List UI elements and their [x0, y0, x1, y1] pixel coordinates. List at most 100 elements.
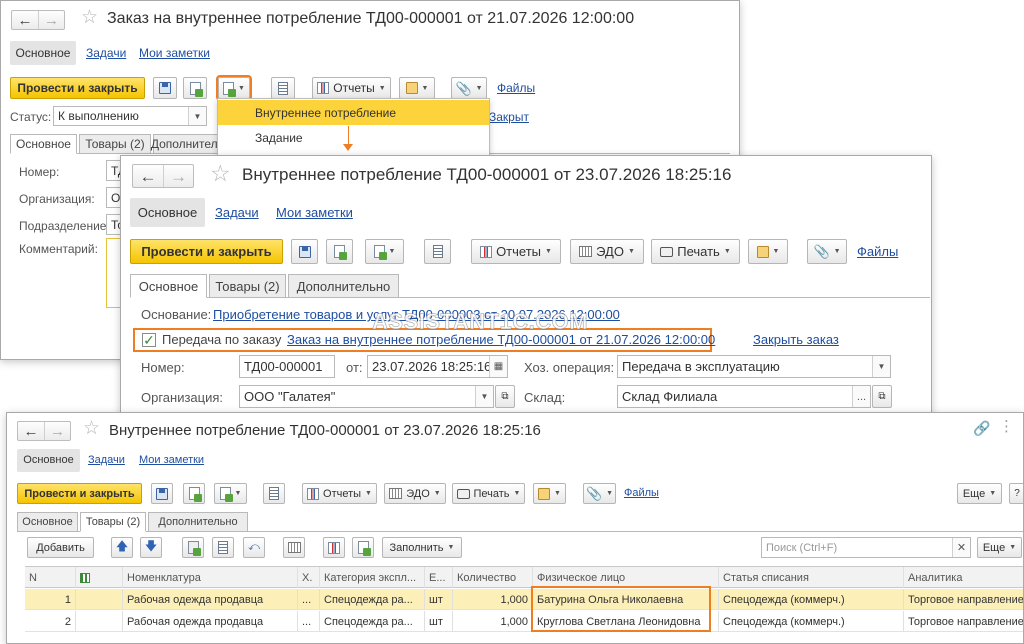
tab-main[interactable]: Основное — [17, 512, 78, 532]
nav-main[interactable]: Основное — [130, 198, 205, 227]
back-arrow-icon[interactable]: ← — [18, 422, 44, 440]
tasks-button[interactable]: ▼ — [533, 483, 566, 504]
nav-main[interactable]: Основное — [10, 41, 76, 65]
col-unit[interactable]: Е... — [424, 567, 452, 588]
chevron-down-icon[interactable]: ▼ — [188, 107, 206, 125]
tasks-button[interactable]: ▼ — [748, 239, 788, 264]
operation-field[interactable]: Передача в эксплуатацию ▼ — [617, 355, 891, 378]
chevron-down-icon[interactable]: ▼ — [872, 356, 890, 377]
copy-button[interactable] — [182, 537, 204, 558]
col-item[interactable]: Номенклатура — [122, 567, 297, 588]
org-field[interactable]: ООО "Галатея" ▼ — [239, 385, 494, 408]
nav-notes[interactable]: Мои заметки — [276, 205, 353, 220]
col-n[interactable]: N — [25, 567, 75, 588]
clear-icon[interactable]: ✕ — [952, 538, 970, 557]
number-field[interactable]: ТД00-000001 — [239, 355, 335, 378]
calendar-icon[interactable]: ▦ — [489, 356, 507, 377]
select-button[interactable] — [323, 537, 345, 558]
menu-item-task[interactable]: Задание — [218, 125, 489, 150]
search-input[interactable]: Поиск (Ctrl+F) ✕ — [761, 537, 971, 558]
more-button[interactable]: Еще ▼ — [957, 483, 1002, 504]
col-x[interactable]: Х. — [297, 567, 319, 588]
create-based-on-button[interactable]: ▼ — [365, 239, 404, 264]
back-arrow-icon[interactable]: ← — [12, 11, 38, 29]
edo-button[interactable]: ЭДО ▼ — [570, 239, 644, 264]
forward-arrow-icon[interactable]: → — [163, 165, 193, 187]
more-vert-icon[interactable]: ⋮ — [999, 419, 1014, 434]
post-button[interactable] — [183, 77, 207, 99]
save-button[interactable] — [291, 239, 318, 264]
status-field[interactable]: К выполнению ▼ — [53, 106, 207, 126]
reports-button[interactable]: Отчеты ▼ — [471, 239, 561, 264]
move-up-button[interactable]: 🡅 — [111, 537, 133, 558]
save-button[interactable] — [151, 483, 173, 504]
split-button[interactable]: ⤺ — [243, 537, 265, 558]
files-link[interactable]: Файлы — [497, 81, 535, 95]
forward-arrow-icon[interactable]: → — [38, 11, 64, 29]
open-warehouse-button[interactable]: ⧉ — [872, 385, 892, 408]
structure-button[interactable] — [271, 77, 295, 99]
post-and-close-button[interactable]: Провести и закрыть — [10, 77, 145, 99]
favorite-star-icon[interactable]: ☆ — [210, 162, 231, 185]
col-analytics[interactable]: Аналитика — [903, 567, 1023, 588]
files-link[interactable]: Файлы — [857, 244, 898, 259]
upload-button[interactable] — [352, 537, 374, 558]
tab-main[interactable]: Основное — [10, 134, 77, 154]
nav-notes[interactable]: Мои заметки — [139, 46, 210, 60]
forward-arrow-icon[interactable]: → — [44, 422, 70, 440]
edo-button[interactable]: ЭДО ▼ — [384, 483, 446, 504]
tab-main[interactable]: Основное — [130, 274, 207, 298]
post-button[interactable] — [326, 239, 353, 264]
menu-item-internal-consumption[interactable]: Внутреннее потребление — [218, 100, 489, 125]
structure-button[interactable] — [424, 239, 451, 264]
open-org-button[interactable]: ⧉ — [495, 385, 515, 408]
table-row[interactable]: 1 Рабочая одежда продавца ... Спецодежда… — [25, 589, 1023, 610]
tab-additional[interactable]: Дополнительно — [148, 512, 248, 532]
post-and-close-button[interactable]: Провести и закрыть — [17, 483, 142, 504]
closed-link[interactable]: Закрыт — [489, 110, 529, 124]
col-person[interactable]: Физическое лицо — [532, 567, 718, 588]
create-based-on-button[interactable]: ▼ — [216, 75, 252, 101]
add-button[interactable]: Добавить — [27, 537, 94, 558]
print-button[interactable]: Печать ▼ — [452, 483, 525, 504]
paste-button[interactable] — [212, 537, 234, 558]
favorite-star-icon[interactable]: ☆ — [83, 419, 100, 438]
favorite-star-icon[interactable]: ☆ — [81, 8, 98, 27]
nav-tasks[interactable]: Задачи — [88, 454, 125, 466]
col-qty[interactable]: Количество — [452, 567, 532, 588]
tab-goods[interactable]: Товары (2) — [80, 512, 146, 532]
tab-additional[interactable]: Дополнительно — [288, 274, 399, 298]
files-link[interactable]: Файлы — [624, 487, 659, 499]
close-order-link[interactable]: Закрыть заказ — [753, 332, 839, 347]
tasks-button[interactable]: ▼ — [399, 77, 435, 99]
ellipsis-icon[interactable]: ... — [852, 386, 870, 407]
print-button[interactable]: Печать ▼ — [651, 239, 740, 264]
nav-tasks[interactable]: Задачи — [86, 46, 126, 60]
create-based-on-button[interactable]: ▼ — [214, 483, 247, 504]
chevron-down-icon[interactable]: ▼ — [475, 386, 493, 407]
tab-goods[interactable]: Товары (2) — [79, 134, 151, 154]
col-category[interactable]: Категория экспл... — [319, 567, 424, 588]
date-field[interactable]: 23.07.2026 18:25:16 ▦ — [367, 355, 508, 378]
fill-button[interactable]: Заполнить ▼ — [382, 537, 462, 558]
back-arrow-icon[interactable]: ← — [133, 165, 163, 187]
col-mark[interactable] — [75, 567, 122, 588]
structure-button[interactable] — [263, 483, 285, 504]
more-table-button[interactable]: Еще ▼ — [977, 537, 1022, 558]
attach-button[interactable]: 📎 ▼ — [451, 77, 487, 99]
transfer-checkbox[interactable]: ✓ — [142, 333, 156, 347]
barcode-button[interactable] — [283, 537, 305, 558]
table-row[interactable]: 2 Рабочая одежда продавца ... Спецодежда… — [25, 611, 1023, 632]
post-and-close-button[interactable]: Провести и закрыть — [130, 239, 283, 264]
col-article[interactable]: Статья списания — [718, 567, 903, 588]
help-button[interactable]: ? — [1009, 483, 1023, 504]
reports-button[interactable]: Отчеты ▼ — [302, 483, 377, 504]
nav-main[interactable]: Основное — [17, 449, 80, 472]
move-down-button[interactable]: 🡇 — [140, 537, 162, 558]
post-button[interactable] — [183, 483, 205, 504]
warehouse-field[interactable]: Склад Филиала... — [617, 385, 871, 408]
attach-button[interactable]: 📎 ▼ — [807, 239, 847, 264]
save-button[interactable] — [153, 77, 177, 99]
link-icon[interactable]: 🔗 — [973, 421, 990, 435]
tab-goods[interactable]: Товары (2) — [209, 274, 286, 298]
